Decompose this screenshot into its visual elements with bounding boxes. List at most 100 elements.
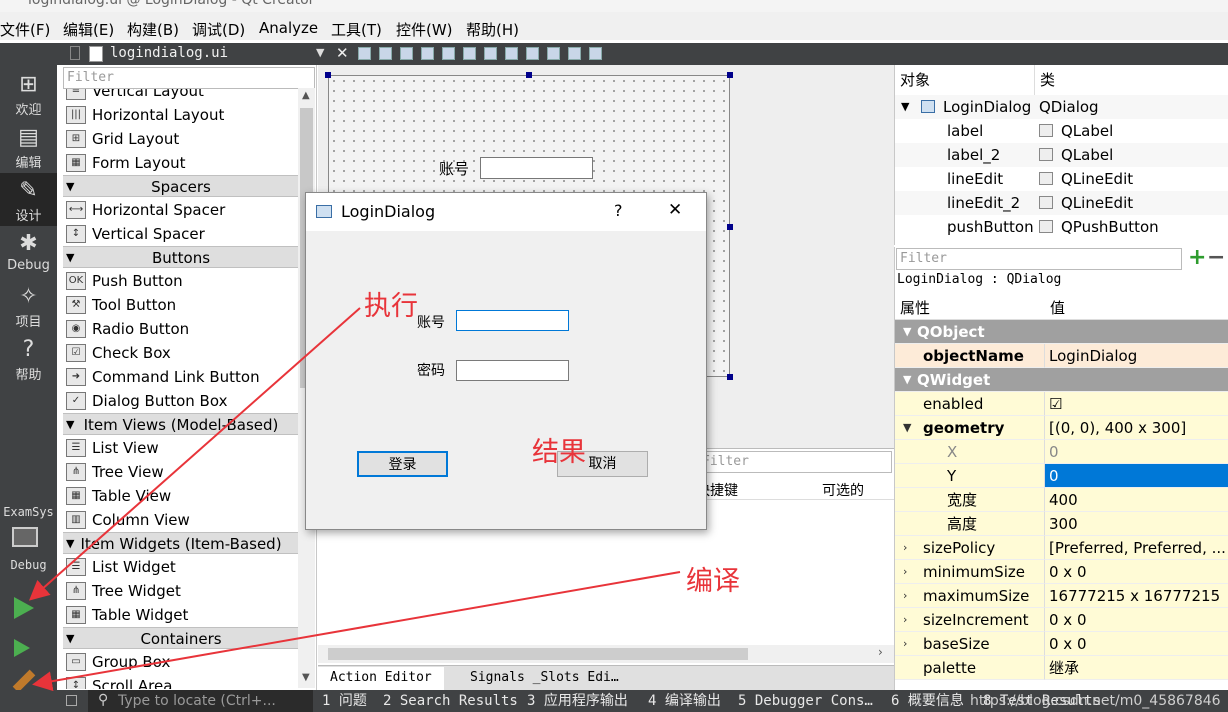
action-filter-input[interactable]: Filter bbox=[698, 451, 892, 473]
scroll-up-icon[interactable]: ▲ bbox=[302, 90, 310, 101]
output-pane-tab[interactable]: 3 应用程序输出 bbox=[527, 690, 628, 712]
widget-item-check-box[interactable]: ☑ Check Box bbox=[63, 341, 299, 365]
property-row-sizeincrement[interactable]: › sizeIncrement 0 x 0 bbox=[895, 608, 1228, 632]
chevron-down-icon[interactable]: ▼ bbox=[66, 533, 74, 553]
chevron-down-icon[interactable]: ▼ bbox=[66, 414, 74, 434]
property-value[interactable]: 0 bbox=[1045, 440, 1228, 464]
widget-item-radio-button[interactable]: ◉ Radio Button bbox=[63, 317, 299, 341]
toggle-sidebar-icon[interactable] bbox=[66, 695, 77, 706]
property-row-enabled[interactable]: enabled ☑ bbox=[895, 392, 1228, 416]
chevron-down-icon[interactable]: ▼ bbox=[66, 176, 74, 196]
chevron-down-icon[interactable]: ▼ bbox=[66, 628, 74, 648]
remove-property-icon[interactable]: − bbox=[1207, 245, 1225, 270]
object-row[interactable]: lineEdit QLineEdit bbox=[895, 167, 1228, 191]
chevron-down-icon[interactable]: ▼ bbox=[901, 95, 909, 119]
adjust-size-icon[interactable] bbox=[589, 47, 602, 60]
widget-item-tree-widget[interactable]: ⋔ Tree Widget bbox=[63, 579, 299, 603]
property-row-y[interactable]: Y0 bbox=[895, 464, 1228, 488]
property-value[interactable]: 继承 bbox=[1045, 656, 1228, 680]
mode-grid[interactable]: ⊞ 欢迎 bbox=[0, 67, 57, 120]
widget-item-horizontal-layout[interactable]: ||| Horizontal Layout bbox=[63, 103, 299, 127]
widget-item-scroll-area[interactable]: ↕ Scroll Area bbox=[63, 674, 299, 689]
mode-bug[interactable]: ✱ Debug bbox=[0, 226, 57, 279]
menu-item[interactable]: 文件(F) bbox=[0, 19, 50, 40]
property-row-sizepolicy[interactable]: › sizePolicy [Preferred, Preferred, ... bbox=[895, 536, 1228, 560]
grid-layout-icon[interactable] bbox=[526, 47, 539, 60]
widget-item-grid-layout[interactable]: ⊞ Grid Layout bbox=[63, 127, 299, 151]
category-item-widgets-item-based[interactable]: ▼ Item Widgets (Item-Based) bbox=[63, 532, 299, 554]
widget-item-vertical-spacer[interactable]: ↕ Vertical Spacer bbox=[63, 222, 299, 246]
output-pane-tab[interactable]: 6 概要信息 bbox=[891, 690, 964, 712]
object-row[interactable]: label QLabel bbox=[895, 119, 1228, 143]
scroll-down-icon[interactable]: ▼ bbox=[302, 672, 310, 683]
col-value-header[interactable]: 值 bbox=[1050, 297, 1065, 318]
property-row-objectname[interactable]: objectName LoginDialog bbox=[895, 344, 1228, 368]
account-input[interactable] bbox=[456, 310, 569, 331]
canvas-horizontal-scrollbar[interactable]: › bbox=[318, 645, 894, 663]
splitter-v-icon[interactable] bbox=[505, 47, 518, 60]
layout-rows-icon[interactable] bbox=[463, 47, 476, 60]
object-row[interactable]: pushButton QPushButton bbox=[895, 215, 1228, 239]
edit-buddies-icon[interactable] bbox=[400, 47, 413, 60]
property-value[interactable]: [Preferred, Preferred, ... bbox=[1045, 536, 1228, 560]
help-icon[interactable]: ? bbox=[614, 201, 623, 220]
tab-signals-slots[interactable]: Signals _Slots Edi… bbox=[458, 667, 631, 691]
output-pane-tab[interactable]: 5 Debugger Cons… bbox=[738, 690, 873, 712]
chevron-down-icon[interactable]: ▼ bbox=[903, 416, 911, 440]
widget-item-tree-view[interactable]: ⋔ Tree View bbox=[63, 460, 299, 484]
property-row-geometry[interactable]: ▼ geometry [(0, 0), 400 x 300] bbox=[895, 416, 1228, 440]
chevron-down-icon[interactable]: ▼ bbox=[903, 320, 911, 344]
property-row-palette[interactable]: palette 继承 bbox=[895, 656, 1228, 680]
chevron-right-icon[interactable]: › bbox=[903, 608, 907, 632]
property-row-qobject[interactable]: ▼ QObject bbox=[895, 320, 1228, 344]
menu-item[interactable]: Analyze bbox=[259, 19, 318, 37]
mode-pencil[interactable]: ✎ 设计 bbox=[0, 173, 57, 226]
menu-item[interactable]: 调试(D) bbox=[192, 19, 245, 40]
col-checkable-header[interactable]: 可选的 bbox=[822, 480, 864, 500]
property-value[interactable]: LoginDialog bbox=[1045, 344, 1228, 368]
tab-action-editor[interactable]: Action Editor bbox=[318, 667, 444, 691]
chevron-down-icon[interactable]: ▼ bbox=[903, 368, 911, 392]
property-value[interactable]: 300 bbox=[1045, 512, 1228, 536]
widget-item-table-widget[interactable]: ▦ Table Widget bbox=[63, 603, 299, 627]
chevron-right-icon[interactable]: › bbox=[903, 632, 907, 656]
object-row[interactable]: label_2 QLabel bbox=[895, 143, 1228, 167]
menu-item[interactable]: 帮助(H) bbox=[466, 19, 519, 40]
menu-item[interactable]: 构建(B) bbox=[127, 19, 179, 40]
menu-item[interactable]: 控件(W) bbox=[396, 19, 453, 40]
chevron-right-icon[interactable]: › bbox=[903, 560, 907, 584]
property-value[interactable]: 0 x 0 bbox=[1045, 560, 1228, 584]
property-value[interactable]: [(0, 0), 400 x 300] bbox=[1045, 416, 1228, 440]
output-pane-tab[interactable]: 4 编译输出 bbox=[648, 690, 721, 712]
category-item-views-model-based[interactable]: ▼ Item Views (Model-Based) bbox=[63, 413, 299, 435]
mode-edit[interactable]: ▤ 编辑 bbox=[0, 120, 57, 173]
menu-item[interactable]: 工具(T) bbox=[331, 19, 382, 40]
chevron-down-icon[interactable]: ▼ bbox=[66, 247, 74, 267]
widget-item-form-layout[interactable]: ▦ Form Layout bbox=[63, 151, 299, 175]
property-value[interactable]: 0 x 0 bbox=[1045, 632, 1228, 656]
form-account-label[interactable]: 账号 bbox=[439, 158, 469, 179]
close-icon[interactable]: ✕ bbox=[668, 200, 682, 220]
form-layout-icon[interactable] bbox=[547, 47, 560, 60]
property-row-qwidget[interactable]: ▼ QWidget bbox=[895, 368, 1228, 392]
scroll-right-icon[interactable]: › bbox=[878, 645, 883, 659]
property-filter-input[interactable]: Filter bbox=[896, 248, 1182, 270]
open-file-name[interactable]: logindialog.ui bbox=[110, 45, 228, 61]
property-row--[interactable]: 高度 300 bbox=[895, 512, 1228, 536]
chevron-right-icon[interactable]: › bbox=[903, 584, 907, 608]
mode-wrench[interactable]: ✧ 项目 bbox=[0, 279, 57, 332]
close-editor-icon[interactable]: ✕ bbox=[336, 44, 349, 62]
widget-item-horizontal-spacer[interactable]: ⟷ Horizontal Spacer bbox=[63, 198, 299, 222]
menu-item[interactable]: 编辑(E) bbox=[63, 19, 114, 40]
mode-help[interactable]: ? 帮助 bbox=[0, 332, 57, 385]
property-row-x[interactable]: X0 bbox=[895, 440, 1228, 464]
property-value[interactable]: 400 bbox=[1045, 488, 1228, 512]
login-button[interactable]: 登录 bbox=[357, 451, 448, 477]
splitter-h-icon[interactable] bbox=[484, 47, 497, 60]
file-dropdown-icon[interactable]: ▼ bbox=[316, 46, 324, 59]
property-value[interactable]: 0 x 0 bbox=[1045, 608, 1228, 632]
category-containers[interactable]: ▼ Containers bbox=[63, 627, 299, 649]
property-row--[interactable]: 宽度 400 bbox=[895, 488, 1228, 512]
layout-v-icon[interactable] bbox=[379, 47, 392, 60]
debug-run-icon[interactable] bbox=[14, 639, 30, 657]
